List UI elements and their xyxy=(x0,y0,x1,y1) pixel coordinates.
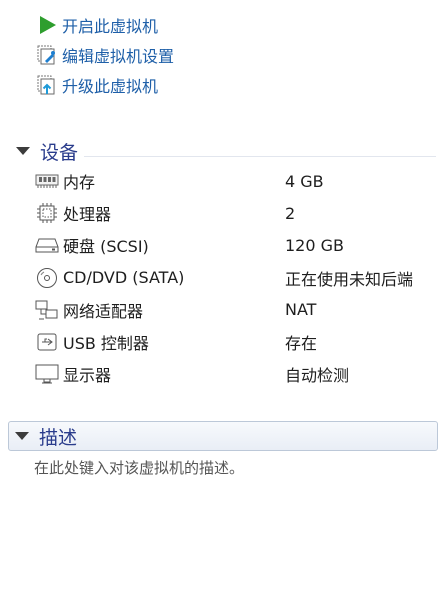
display-icon xyxy=(34,362,60,386)
device-value: 正在使用未知后端 xyxy=(285,269,414,289)
description-section-title: 描述 xyxy=(39,426,78,449)
processor-icon xyxy=(34,201,60,225)
play-icon xyxy=(36,14,58,36)
description-placeholder[interactable]: 在此处键入对该虚拟机的描述。 xyxy=(34,457,244,478)
device-name: CD/DVD (SATA) xyxy=(63,268,185,288)
device-row-cd-dvd[interactable]: CD/DVD (SATA) 正在使用未知后端 xyxy=(34,262,446,294)
device-name: 硬盘 (SCSI) xyxy=(63,237,149,257)
edit-settings-icon xyxy=(36,44,58,66)
device-value: 存在 xyxy=(285,334,318,354)
collapse-triangle-icon xyxy=(16,147,30,155)
network-adapter-icon xyxy=(34,298,60,322)
upgrade-icon xyxy=(36,74,58,96)
device-row-usb-controller[interactable]: USB 控制器 存在 xyxy=(34,326,446,358)
upgrade-vm-label: 升级此虚拟机 xyxy=(62,77,159,96)
device-row-memory[interactable]: 内存 4 GB xyxy=(34,165,446,197)
memory-icon xyxy=(34,169,60,193)
device-row-processor[interactable]: 处理器 2 xyxy=(34,197,446,229)
device-row-network-adapter[interactable]: 网络适配器 NAT xyxy=(34,294,446,326)
upgrade-vm-link[interactable]: 升级此虚拟机 xyxy=(36,70,174,100)
device-row-hard-disk[interactable]: 硬盘 (SCSI) 120 GB xyxy=(34,229,446,261)
device-name: 处理器 xyxy=(63,205,112,225)
device-name: 内存 xyxy=(63,173,96,193)
collapse-triangle-icon xyxy=(15,432,29,440)
edit-vm-settings-link[interactable]: 编辑虚拟机设置 xyxy=(36,40,174,70)
device-value: 120 GB xyxy=(285,235,344,255)
device-value: 2 xyxy=(285,203,296,223)
device-name: 网络适配器 xyxy=(63,301,144,321)
devices-section-title: 设备 xyxy=(40,141,79,164)
edit-vm-settings-label: 编辑虚拟机设置 xyxy=(62,47,175,66)
section-divider xyxy=(84,155,436,157)
vm-actions: 开启此虚拟机 编辑虚拟机设置 升级此虚拟机 xyxy=(36,10,174,100)
power-on-vm-link[interactable]: 开启此虚拟机 xyxy=(36,10,174,40)
device-row-display[interactable]: 显示器 自动检测 xyxy=(34,358,446,390)
device-value: 自动检测 xyxy=(285,366,350,386)
device-name: 显示器 xyxy=(63,366,112,386)
devices-section-header[interactable]: 设备 xyxy=(14,136,436,166)
device-name: USB 控制器 xyxy=(63,334,149,354)
device-value: NAT xyxy=(285,300,317,320)
description-section-header[interactable]: 描述 xyxy=(8,421,438,451)
hard-disk-icon xyxy=(34,233,60,257)
cd-dvd-icon xyxy=(34,266,60,290)
device-list: 内存 4 GB 处理器 2 硬盘 (SCSI) 120 GB CD/DVD (S… xyxy=(34,165,446,390)
device-value: 4 GB xyxy=(285,171,324,191)
power-on-vm-label: 开启此虚拟机 xyxy=(62,17,159,36)
usb-controller-icon xyxy=(34,330,60,354)
